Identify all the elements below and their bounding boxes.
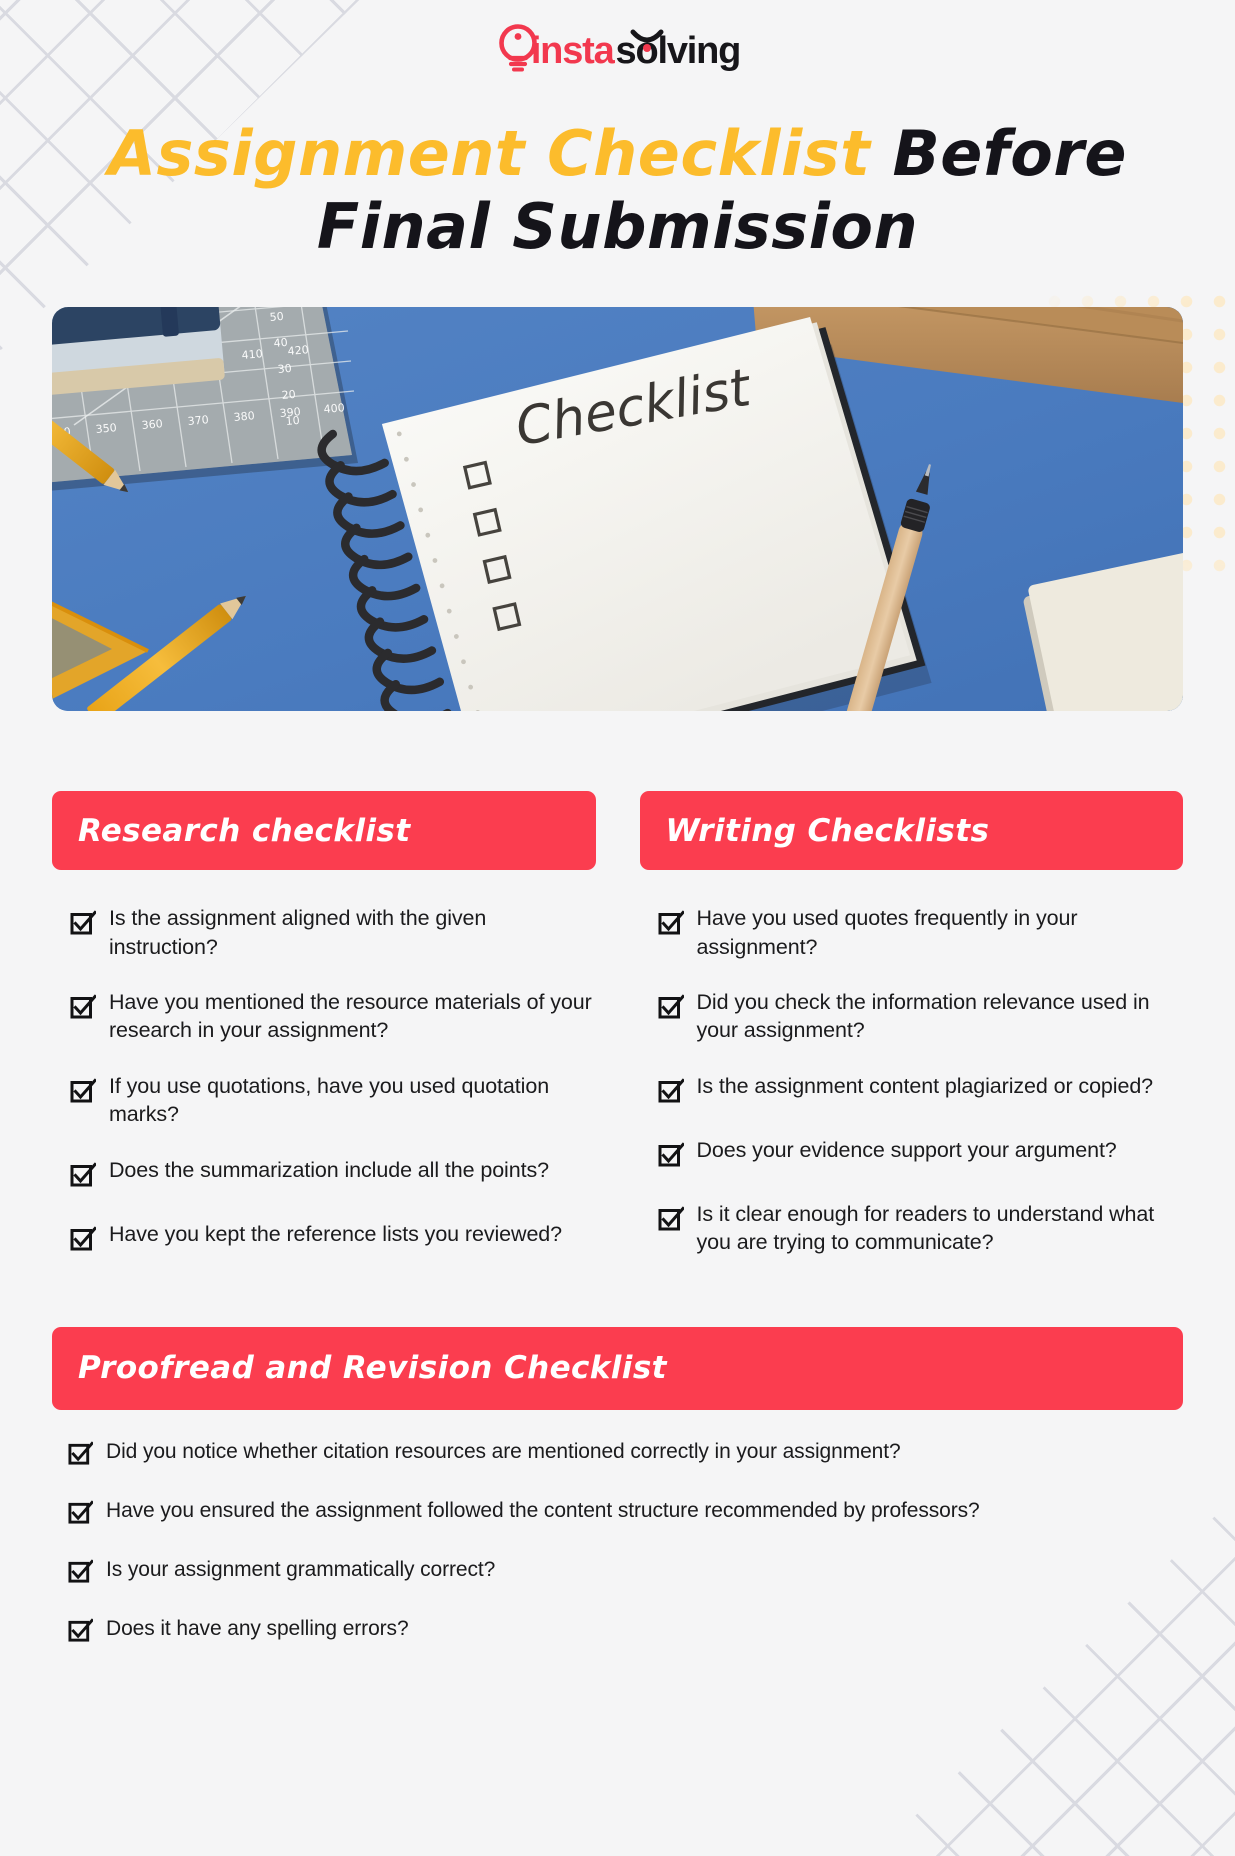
svg-text:410: 410 (241, 348, 263, 363)
section-banner-proofread: Proofread and Revision Checklist (52, 1326, 1183, 1410)
brand-logo: insta solving (0, 0, 1235, 79)
svg-text:350: 350 (95, 422, 117, 437)
hero-image: 340 350 360 370 380 390 400 410 420 50 4… (52, 307, 1183, 712)
checked-checkbox-icon[interactable] (658, 1206, 685, 1237)
checked-checkbox-icon[interactable] (658, 1078, 685, 1109)
checklist-items-writing: Have you used quotes frequently in your … (640, 904, 1184, 1256)
checklist-item-label: Did you notice whether citation resource… (106, 1439, 901, 1463)
checklist-item-label: Does it have any spelling errors? (106, 1616, 409, 1640)
svg-text:10: 10 (285, 414, 300, 428)
checked-checkbox-icon[interactable] (70, 1161, 98, 1193)
checklist-item[interactable]: Does the summarization include all the p… (70, 1156, 596, 1193)
checked-checkbox-icon[interactable] (658, 1142, 685, 1173)
logo-text-solving: solving (616, 29, 741, 70)
hero-illustration: 340 350 360 370 380 390 400 410 420 50 4… (52, 307, 1183, 712)
section-proofread: Proofread and Revision Checklist Did you… (52, 1326, 1183, 1648)
checklist-item-label: If you use quotations, have you used quo… (109, 1073, 550, 1127)
checklist-item[interactable]: Is it clear enough for readers to unders… (658, 1200, 1184, 1257)
checked-checkbox-icon[interactable] (68, 1499, 95, 1530)
section-heading: Proofread and Revision Checklist (78, 1350, 667, 1387)
checklist-item[interactable]: Is the assignment content plagiarized or… (658, 1072, 1184, 1109)
checklist-item-label: Does your evidence support your argument… (696, 1137, 1117, 1162)
checklist-item-label: Have you used quotes frequently in your … (696, 906, 1078, 959)
title-rest: Before (892, 117, 1127, 190)
checklist-columns: Research checklist Is the assignment ali… (52, 791, 1183, 1256)
logo-text-insta: insta (530, 29, 615, 72)
checklist-item-label: Did you check the information relevance … (696, 990, 1150, 1043)
checklist-item-label: Is the assignment content plagiarized or… (696, 1073, 1154, 1098)
checklist-item[interactable]: Is the assignment aligned with the given… (70, 904, 596, 961)
checked-checkbox-icon[interactable] (658, 994, 685, 1025)
checklist-item[interactable]: Did you check the information relevance … (658, 988, 1184, 1045)
svg-text:360: 360 (141, 418, 163, 433)
title-highlight: Assignment Checklist (108, 117, 871, 190)
title-line-1: Assignment Checklist Before (90, 117, 1145, 190)
checked-checkbox-icon[interactable] (68, 1617, 95, 1648)
checked-checkbox-icon[interactable] (658, 910, 685, 941)
checklist-items-proofread: Did you notice whether citation resource… (52, 1438, 1183, 1648)
checklist-item[interactable]: Have you used quotes frequently in your … (658, 904, 1184, 961)
checked-checkbox-icon[interactable] (70, 994, 98, 1025)
checklist-item[interactable]: Have you ensured the assignment followed… (68, 1497, 1183, 1530)
svg-text:50: 50 (269, 310, 284, 324)
title-line-2: Final Submission (316, 190, 919, 264)
svg-text:30: 30 (277, 362, 292, 376)
checklist-item[interactable]: If you use quotations, have you used quo… (70, 1072, 596, 1129)
checklist-item-label: Have you mentioned the resource material… (109, 990, 592, 1043)
section-heading: Research checklist (78, 812, 411, 849)
checklist-item-label: Have you ensured the assignment followed… (106, 1498, 980, 1522)
page-title: Assignment Checklist Before Final Submis… (0, 117, 1235, 263)
checklist-item[interactable]: Does your evidence support your argument… (658, 1136, 1184, 1173)
checklist-item-label: Is it clear enough for readers to unders… (696, 1201, 1155, 1255)
checked-checkbox-icon[interactable] (70, 1225, 98, 1257)
checklist-item-label: Is the assignment aligned with the given… (109, 906, 487, 959)
svg-text:20: 20 (281, 388, 296, 402)
svg-text:380: 380 (233, 410, 255, 425)
checklist-item[interactable]: Does it have any spelling errors? (68, 1615, 1183, 1648)
checklist-item[interactable]: Have you mentioned the resource material… (70, 988, 596, 1045)
svg-text:420: 420 (287, 344, 309, 359)
checked-checkbox-icon[interactable] (68, 1558, 95, 1589)
section-research: Research checklist Is the assignment ali… (52, 791, 596, 1256)
checked-checkbox-icon[interactable] (70, 1078, 98, 1109)
checklist-item-label: Have you kept the reference lists you re… (109, 1221, 563, 1246)
svg-text:400: 400 (323, 402, 345, 417)
checklist-item[interactable]: Is your assignment grammatically correct… (68, 1556, 1183, 1589)
checked-checkbox-icon[interactable] (68, 1440, 95, 1471)
checklist-item[interactable]: Did you notice whether citation resource… (68, 1438, 1183, 1471)
checklist-item[interactable]: Have you kept the reference lists you re… (70, 1220, 596, 1257)
checklist-item-label: Does the summarization include all the p… (109, 1157, 549, 1182)
svg-text:370: 370 (187, 414, 209, 429)
section-banner-research: Research checklist (52, 791, 596, 871)
checklist-item-label: Is your assignment grammatically correct… (106, 1557, 496, 1581)
checked-checkbox-icon[interactable] (70, 910, 98, 941)
section-writing: Writing Checklists Have you used quotes … (639, 791, 1184, 1256)
checklist-items-research: Is the assignment aligned with the given… (52, 904, 596, 1256)
svg-text:40: 40 (273, 336, 288, 350)
section-heading: Writing Checklists (665, 812, 990, 849)
section-banner-writing: Writing Checklists (639, 791, 1183, 871)
